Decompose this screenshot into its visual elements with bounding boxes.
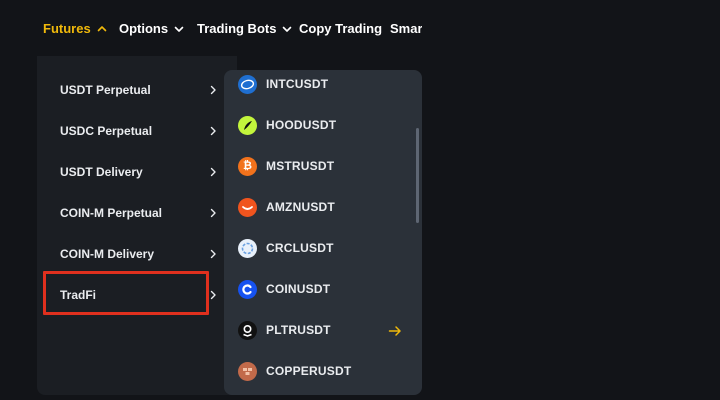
chevron-down-icon [174, 26, 184, 32]
nav-copy-trading[interactable]: Copy Trading [299, 18, 382, 40]
chevron-up-icon [97, 26, 106, 32]
nav-futures-label: Futures [43, 21, 91, 36]
symbol-label: PLTRUSDT [266, 323, 331, 337]
symbol-row-hoodusdt[interactable]: HOODUSDT [238, 114, 408, 136]
menu-item-coin-m-delivery[interactable]: COIN-M Delivery [60, 244, 216, 264]
menu-item-usdt-delivery[interactable]: USDT Delivery [60, 162, 216, 182]
symbol-row-amznusdt[interactable]: AMZNUSDT [238, 196, 408, 218]
menu-item-label: TradFi [60, 288, 97, 302]
symbol-row-pltrusdt[interactable]: PLTRUSDT [238, 319, 408, 341]
symbol-label: AMZNUSDT [266, 200, 335, 214]
chevron-right-icon [210, 126, 216, 136]
amazon-smile-icon [238, 197, 257, 217]
menu-item-label: USDT Delivery [60, 165, 143, 179]
symbol-label: INTCUSDT [266, 77, 329, 91]
futures-menu-panel: USDT Perpetual USDC Perpetual USDT Deliv… [37, 56, 237, 395]
menu-item-usdc-perpetual[interactable]: USDC Perpetual [60, 121, 216, 141]
menu-item-label: COIN-M Delivery [60, 247, 155, 261]
symbol-row-crclusdt[interactable]: CRCLUSDT [238, 237, 408, 259]
nav-smart[interactable]: Smart [390, 18, 422, 40]
nav-smart-label: Smart [390, 21, 422, 36]
symbol-label: CRCLUSDT [266, 241, 334, 255]
nav-futures[interactable]: Futures [43, 18, 107, 40]
menu-item-label: USDC Perpetual [60, 124, 153, 138]
bitcoin-icon: ₿ [238, 156, 257, 176]
chevron-right-icon [210, 249, 216, 259]
symbol-row-intcusdt[interactable]: INTCUSDT [238, 73, 408, 95]
chevron-down-icon [283, 26, 292, 32]
chevron-right-icon [210, 290, 216, 300]
palantir-logo-icon [238, 320, 257, 340]
symbol-row-copperusdt[interactable]: COPPERUSDT [238, 360, 408, 382]
copper-icon [238, 361, 257, 381]
symbol-label: COINUSDT [266, 282, 331, 296]
symbol-row-coinusdt[interactable]: COINUSDT [238, 278, 408, 300]
symbol-label: COPPERUSDT [266, 364, 352, 378]
menu-item-coin-m-perpetual[interactable]: COIN-M Perpetual [60, 203, 216, 223]
nav-options-label: Options [119, 21, 169, 36]
circle-logo-icon [238, 238, 257, 258]
chevron-right-icon [210, 208, 216, 218]
menu-item-usdt-perpetual[interactable]: USDT Perpetual [60, 80, 216, 100]
page: Futures Options Trading Bots Copy Tradin… [0, 0, 720, 400]
symbol-list-scrollbar[interactable] [416, 128, 419, 223]
nav-trading-bots[interactable]: Trading Bots [197, 18, 292, 40]
menu-item-tradfi[interactable]: TradFi [60, 285, 216, 305]
robinhood-feather-icon [238, 115, 257, 135]
nav-options[interactable]: Options [119, 18, 184, 40]
nav-copy-trading-label: Copy Trading [299, 21, 383, 36]
intel-logo-icon [238, 74, 257, 94]
symbol-label: MSTRUSDT [266, 159, 335, 173]
chevron-right-icon [210, 167, 216, 177]
menu-item-label: USDT Perpetual [60, 83, 151, 97]
symbol-label: HOODUSDT [266, 118, 337, 132]
nav-trading-bots-label: Trading Bots [197, 21, 277, 36]
menu-item-label: COIN-M Perpetual [60, 206, 163, 220]
chevron-right-icon [210, 85, 216, 95]
top-nav: Futures Options Trading Bots Copy Tradin… [0, 0, 422, 56]
symbol-row-mstrusdt[interactable]: ₿ MSTRUSDT [238, 155, 408, 177]
arrow-right-icon[interactable] [388, 325, 402, 337]
coinbase-c-icon [238, 279, 257, 299]
